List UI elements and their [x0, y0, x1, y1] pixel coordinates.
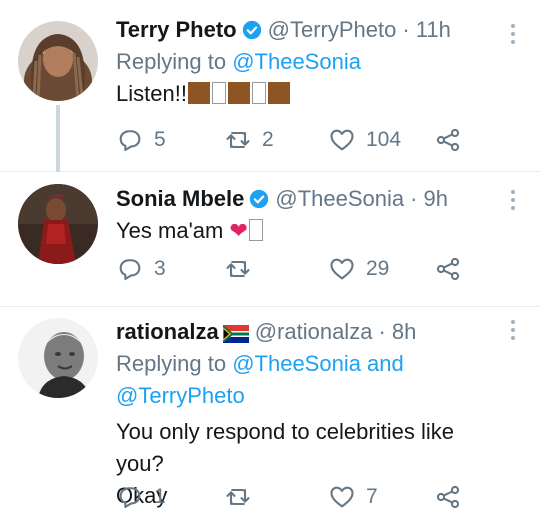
retweet-button[interactable]: 2 — [224, 126, 274, 154]
like-button[interactable]: 7 — [328, 483, 378, 511]
display-name[interactable]: rationalza — [116, 319, 219, 345]
replying-to-label: Replying to — [116, 351, 227, 376]
reply-icon — [119, 130, 141, 151]
display-name[interactable]: Terry Pheto — [116, 17, 237, 43]
like-icon — [330, 258, 354, 280]
tweet-header: Terry Pheto @TerryPheto · 11h — [116, 14, 500, 46]
tweet-actions: 1 7 — [116, 482, 496, 512]
like-icon — [330, 486, 354, 508]
user-handle[interactable]: @TerryPheto — [268, 17, 397, 43]
verified-badge-icon — [242, 20, 262, 40]
tweet-actions: 5 2 104 — [116, 125, 496, 155]
like-count: 104 — [366, 128, 402, 151]
replying-to-label: Replying to — [116, 49, 227, 74]
tweet-rationalza[interactable]: rationalza @rationalza · 8h Replying to — [0, 307, 540, 512]
display-name[interactable]: Sonia Mbele — [116, 186, 244, 212]
tweet-sonia-mbele[interactable]: Sonia Mbele @TheeSonia · 9h Yes ma'am ❤ … — [0, 172, 540, 307]
reply-count: 3 — [154, 257, 166, 280]
tweet-text-content: Yes ma'am — [116, 218, 224, 243]
mention-link[interactable]: @TheeSonia — [232, 49, 361, 74]
emoji-icon — [267, 82, 290, 104]
tweet-content: Terry Pheto @TerryPheto · 11h Replying t… — [116, 14, 500, 110]
tweet-header: Sonia Mbele @TheeSonia · 9h — [116, 183, 500, 215]
mention-link[interactable]: @TerryPheto — [116, 383, 245, 408]
missing-glyph-icon — [248, 219, 263, 241]
avatar[interactable] — [18, 318, 98, 398]
like-button[interactable]: 104 — [328, 126, 401, 154]
reply-thread: Terry Pheto @TerryPheto · 11h Replying t… — [0, 0, 540, 512]
tweet-header: rationalza @rationalza · 8h — [116, 316, 500, 348]
emoji-icon — [227, 82, 250, 104]
tweet-text-line: You only respond to celebrities like you… — [116, 419, 454, 476]
user-handle[interactable]: @TheeSonia — [275, 186, 404, 212]
share-icon — [436, 485, 460, 509]
emoji-icon — [187, 82, 210, 104]
timestamp[interactable]: · 8h — [378, 319, 416, 345]
tweet-text: Listen!! — [116, 78, 500, 110]
mention-link[interactable]: @TheeSonia and — [232, 351, 404, 376]
retweet-icon — [226, 131, 250, 149]
avatar[interactable] — [18, 184, 98, 264]
reply-button[interactable]: 5 — [116, 126, 166, 154]
reply-count: 5 — [154, 128, 166, 151]
reply-count: 1 — [154, 485, 166, 508]
south-africa-flag-icon — [222, 323, 249, 343]
more-icon[interactable] — [510, 190, 516, 210]
like-count: 7 — [366, 485, 378, 508]
verified-badge-icon — [249, 189, 269, 209]
tweet-terry-pheto[interactable]: Terry Pheto @TerryPheto · 11h Replying t… — [0, 0, 540, 172]
tweet-actions: 3 29 — [116, 254, 496, 284]
reply-icon — [119, 259, 141, 280]
timestamp[interactable]: · 9h — [410, 186, 448, 212]
more-icon[interactable] — [510, 320, 516, 340]
share-icon — [436, 128, 460, 152]
missing-glyph-icon — [251, 82, 266, 104]
tweet-content: Sonia Mbele @TheeSonia · 9h Yes ma'am ❤ — [116, 183, 500, 247]
reply-button[interactable]: 3 — [116, 255, 166, 283]
avatar[interactable] — [18, 21, 98, 101]
retweet-icon — [226, 260, 250, 278]
tweet-text-content: Listen!! — [116, 81, 187, 106]
replying-to-line: Replying to @TheeSonia and — [116, 348, 500, 380]
tweet-text: Yes ma'am ❤ — [116, 215, 500, 247]
retweet-button[interactable] — [224, 483, 252, 511]
retweet-count: 2 — [262, 128, 274, 151]
retweet-button[interactable] — [224, 255, 252, 283]
reply-icon — [119, 487, 141, 508]
share-button[interactable] — [434, 483, 462, 511]
more-icon[interactable] — [510, 24, 516, 44]
timestamp[interactable]: · 11h — [402, 17, 451, 43]
like-icon — [330, 129, 354, 151]
like-button[interactable]: 29 — [328, 255, 389, 283]
replying-to-line-2: @TerryPheto — [116, 380, 500, 412]
thread-connector-line — [56, 105, 60, 172]
like-count: 29 — [366, 257, 390, 280]
share-button[interactable] — [434, 255, 462, 283]
red-heart-emoji-icon: ❤ — [229, 218, 248, 243]
missing-glyph-icon — [211, 82, 226, 104]
user-handle[interactable]: @rationalza — [255, 319, 373, 345]
share-icon — [436, 257, 460, 281]
reply-button[interactable]: 1 — [116, 483, 166, 511]
retweet-icon — [226, 488, 250, 506]
replying-to-line: Replying to @TheeSonia — [116, 46, 500, 78]
share-button[interactable] — [434, 126, 462, 154]
